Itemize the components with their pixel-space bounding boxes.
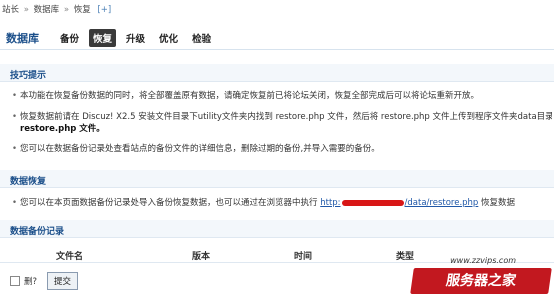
restore-text: 您可以在本页面数据备份记录处导入备份恢复数据，也可以通过在浏览器中执行 — [20, 198, 318, 208]
tab-optimize[interactable]: 优化 — [155, 29, 182, 47]
tip-item: • 您可以在数据备份记录处查看站点的备份文件的详细信息，删除过期的备份,并导入需要… — [12, 143, 552, 155]
tips-section-header: 技巧提示 — [0, 64, 554, 82]
restore-section-header: 数据恢复 — [0, 170, 554, 188]
breadcrumb-item-webmaster[interactable]: 站长 — [2, 5, 19, 15]
delete-checkbox-label: 删? — [24, 277, 38, 287]
restore-heading: 数据恢复 — [10, 177, 47, 187]
bullet-icon: • — [12, 91, 18, 101]
breadcrumb: 站长 » 数据库 » 恢复 [+] — [0, 0, 554, 16]
breadcrumb-separator: » — [23, 5, 29, 15]
tab-check[interactable]: 检验 — [188, 29, 215, 47]
records-heading: 数据备份记录 — [10, 227, 65, 237]
restore-tail-text: 恢复数据 — [481, 198, 516, 208]
column-time: 时间 — [294, 252, 313, 262]
breadcrumb-separator: » — [63, 5, 70, 15]
table-footer: 删? 提交 — [10, 272, 79, 290]
tip-item: • 恢复数据前请在 Discuz! X2.5 安装文件目录下utility文件夹内… — [12, 111, 552, 135]
restore-info: • 您可以在本页面数据备份记录处导入备份恢复数据，也可以通过在浏览器中执行 htt… — [12, 197, 554, 209]
tip-text: 您可以在数据备份记录处查看站点的备份文件的详细信息，删除过期的备份,并导入需要的… — [20, 144, 380, 154]
submit-button[interactable]: 提交 — [47, 272, 79, 290]
watermark-url: www.zzvips.com — [450, 256, 516, 265]
redacted-domain — [341, 199, 404, 206]
delete-checkbox[interactable] — [10, 276, 20, 286]
restore-link[interactable]: http:/data/restore.php — [320, 198, 478, 208]
records-section-header: 数据备份记录 — [0, 220, 554, 238]
breadcrumb-item-restore: 恢复 — [73, 5, 91, 15]
column-filename: 文件名 — [56, 252, 84, 262]
tip-text: 本功能在恢复备份数据的同时，将全部覆盖原有数据，请确定恢复前已将论坛关闭，恢复全… — [20, 91, 480, 101]
tab-backup[interactable]: 备份 — [56, 29, 83, 47]
tab-bar: 备份 恢复 升级 优化 检验 — [56, 29, 215, 47]
bullet-icon: • — [12, 198, 18, 208]
page-header: 数据库 备份 恢复 升级 优化 检验 — [0, 22, 554, 50]
tab-restore[interactable]: 恢复 — [89, 29, 117, 47]
restore-link-path: /data/restore.php — [404, 198, 479, 208]
add-shortcut-button[interactable]: [+] — [97, 5, 111, 15]
tip-item: • 本功能在恢复备份数据的同时，将全部覆盖原有数据，请确定恢复前已将论坛关闭，恢复… — [12, 90, 552, 102]
watermark-logo: 服务器之家 — [410, 268, 552, 294]
bullet-icon: • — [12, 144, 18, 154]
bullet-icon: • — [12, 112, 18, 122]
watermark: www.zzvips.com 服务器之家 — [408, 256, 554, 297]
tip-text: 恢复数据前请在 Discuz! X2.5 安装文件目录下utility文件夹内找… — [20, 112, 552, 122]
tip-text-restore-file: restore.php 文件。 — [20, 124, 105, 134]
breadcrumb-item-database[interactable]: 数据库 — [34, 5, 60, 15]
page-title: 数据库 — [6, 32, 39, 45]
tips-heading: 技巧提示 — [10, 71, 47, 81]
tab-upgrade[interactable]: 升级 — [122, 29, 149, 47]
column-version: 版本 — [192, 252, 211, 262]
